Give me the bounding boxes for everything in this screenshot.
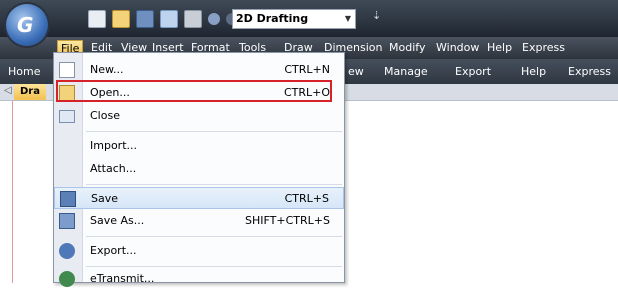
new-icon[interactable] [88, 10, 106, 28]
tab-scroll-left-icon[interactable]: ◁ [4, 85, 12, 96]
undo-icon[interactable] [208, 13, 220, 25]
app-logo-icon: G [17, 13, 34, 37]
menu-modify[interactable]: Modify [386, 40, 428, 56]
tab-export[interactable]: Export [455, 65, 491, 78]
menu-express[interactable]: Express [519, 40, 568, 56]
menu-item-import[interactable]: Import... [54, 135, 344, 157]
workspace-value: 2D Drafting [236, 12, 309, 25]
print-icon[interactable] [184, 10, 202, 28]
menu-help[interactable]: Help [484, 40, 515, 56]
tab-express[interactable]: Express [568, 65, 611, 78]
quick-access-toolbar [88, 8, 238, 30]
menu-item-attach[interactable]: Attach... [54, 158, 344, 180]
edit-icon[interactable] [160, 10, 178, 28]
open-icon[interactable] [112, 10, 130, 28]
menu-item-etransmit[interactable]: eTransmit... [54, 268, 344, 290]
save-icon [60, 191, 76, 207]
workspace-dropdown[interactable]: 2D Drafting ▼ [232, 9, 356, 29]
customize-qat-icon[interactable]: ⇣ [372, 9, 381, 22]
menu-item-export[interactable]: Export... [54, 240, 344, 262]
document-tab[interactable]: Dra [14, 84, 46, 100]
menu-item-new[interactable]: New... CTRL+N [54, 59, 344, 81]
menu-separator [86, 131, 342, 132]
application-button[interactable]: G [6, 4, 48, 46]
etransmit-icon [59, 271, 75, 287]
canvas-edge-line [12, 100, 13, 283]
title-bar: G 2D Drafting ▼ ⇣ [0, 0, 618, 46]
tab-manage[interactable]: Manage [384, 65, 428, 78]
save-icon[interactable] [136, 10, 154, 28]
save-as-icon [59, 213, 75, 229]
tab-home[interactable]: Home [8, 65, 40, 78]
menu-item-save[interactable]: Save CTRL+S [54, 187, 344, 209]
new-file-icon [59, 62, 75, 78]
tab-help[interactable]: Help [521, 65, 546, 78]
chevron-down-icon: ▼ [344, 14, 351, 23]
export-icon [59, 243, 75, 259]
menu-separator [86, 236, 342, 237]
highlight-annotation [56, 80, 332, 102]
menu-item-save-as[interactable]: Save As... SHIFT+CTRL+S [54, 210, 344, 232]
menu-separator [86, 266, 342, 267]
close-folder-icon [59, 110, 75, 123]
menu-item-close[interactable]: Close [54, 105, 344, 127]
menu-separator [86, 184, 342, 185]
tab-view[interactable]: ew [348, 65, 364, 78]
menu-window[interactable]: Window [433, 40, 482, 56]
